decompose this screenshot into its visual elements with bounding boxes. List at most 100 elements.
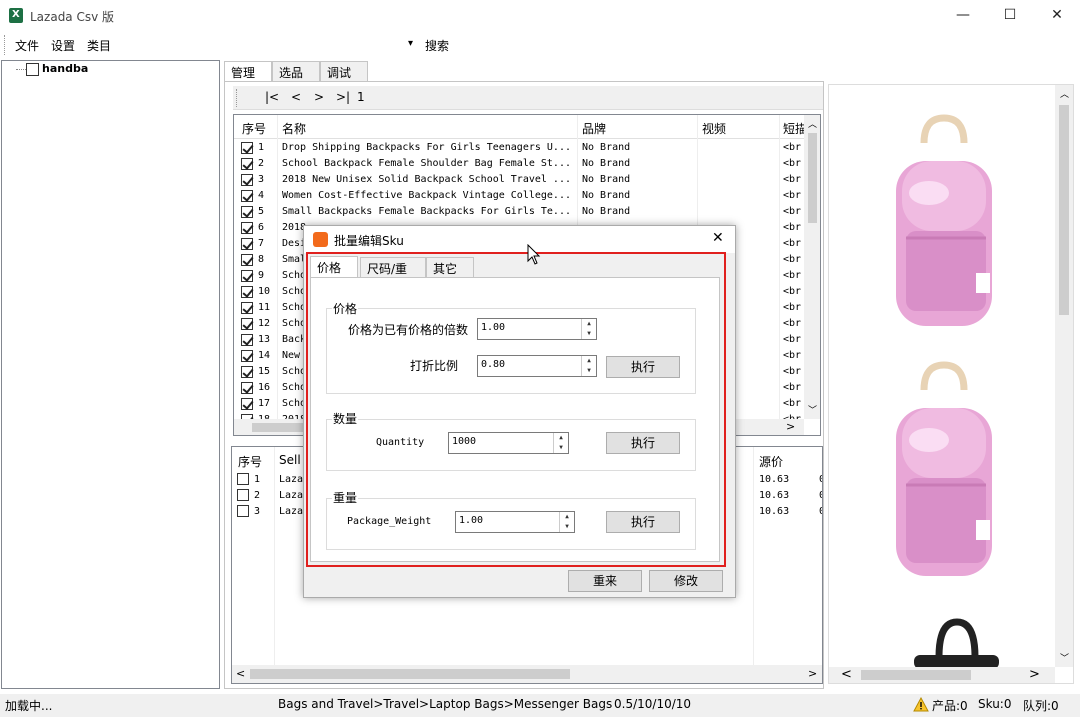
row-checkbox[interactable] — [241, 238, 253, 250]
toolbar-grip[interactable] — [4, 35, 7, 55]
row-index: 2 — [254, 490, 261, 501]
row-checkbox[interactable] — [241, 222, 253, 234]
reset-button[interactable]: 重来 — [568, 570, 642, 592]
row-checkbox[interactable] — [241, 366, 253, 378]
col-header-seller[interactable]: Sell — [279, 453, 301, 467]
chevron-down-icon[interactable]: ▾ — [408, 38, 413, 49]
minimize-button[interactable]: — — [940, 0, 986, 30]
row-checkbox[interactable] — [237, 505, 249, 517]
scroll-left-icon[interactable]: < — [841, 667, 852, 682]
tree-node-label[interactable]: handba — [42, 62, 88, 75]
prev-page-button[interactable]: < — [291, 90, 301, 104]
scroll-up-icon[interactable]: ︿ — [1060, 87, 1069, 100]
col-header-brand[interactable]: 品牌 — [582, 120, 606, 137]
col-header-name[interactable]: 名称 — [282, 120, 306, 137]
warning-icon — [913, 697, 929, 712]
scroll-right-icon[interactable]: > — [786, 420, 795, 433]
col-header-index[interactable]: 序号 — [242, 120, 266, 137]
row-short-desc: <br — [783, 270, 802, 281]
row-checkbox[interactable] — [237, 473, 249, 485]
close-button[interactable]: ✕ — [1034, 0, 1080, 30]
next-page-button[interactable]: > — [314, 90, 324, 104]
backpack-image[interactable] — [909, 617, 999, 667]
tab-manage[interactable]: 管理 — [224, 61, 272, 82]
scrollbar-thumb[interactable] — [250, 669, 570, 679]
status-queue: 队列:0 — [1023, 699, 1059, 713]
row-checkbox[interactable] — [241, 174, 253, 186]
scroll-down-icon[interactable]: ﹀ — [808, 403, 817, 416]
row-index: 4 — [258, 190, 265, 201]
menu-settings[interactable]: 设置 — [51, 37, 75, 54]
row-checkbox[interactable] — [241, 286, 253, 298]
row-short-desc: <br — [783, 254, 802, 265]
image-preview-panel[interactable]: ︿ ﹀ < > — [828, 84, 1074, 684]
horizontal-scrollbar[interactable]: < > — [232, 665, 822, 683]
scroll-left-icon[interactable]: < — [236, 667, 245, 680]
category-tree[interactable]: handba — [1, 60, 220, 689]
tree-checkbox[interactable] — [26, 63, 39, 76]
backpack-image[interactable] — [884, 113, 1004, 333]
row-checkbox[interactable] — [241, 270, 253, 282]
vertical-scrollbar[interactable]: ︿ ﹀ — [804, 115, 820, 419]
tab-select[interactable]: 选品 — [272, 61, 320, 81]
table-row[interactable]: 3 2018 New Unisex Solid Backpack School T… — [234, 173, 804, 189]
excel-app-icon — [9, 8, 23, 23]
image-horizontal-scrollbar[interactable]: < > — [829, 667, 1055, 683]
row-index: 6 — [258, 222, 265, 233]
row-checkbox[interactable] — [241, 206, 253, 218]
col-header-source-price[interactable]: 源价 — [759, 453, 783, 470]
row-checkbox[interactable] — [241, 254, 253, 266]
col-header-video[interactable]: 视频 — [702, 120, 726, 137]
main-tabs: 管理 选品 调试 — [224, 61, 374, 82]
scroll-right-icon[interactable]: > — [808, 667, 817, 680]
row-checkbox[interactable] — [237, 489, 249, 501]
table-row[interactable]: 5 Small Backpacks Female Backpacks For Gi… — [234, 205, 804, 221]
status-loading: 加载中... — [5, 699, 53, 713]
row-checkbox[interactable] — [241, 302, 253, 314]
menu-category[interactable]: 类目 — [87, 37, 111, 54]
table-row[interactable]: 1 Drop Shipping Backpacks For Girls Teena… — [234, 141, 804, 157]
modify-button[interactable]: 修改 — [649, 570, 723, 592]
first-page-button[interactable]: |< — [265, 90, 279, 104]
app-logo-icon — [313, 232, 328, 247]
row-index: 15 — [258, 366, 271, 377]
scroll-down-icon[interactable]: ﹀ — [1060, 651, 1069, 664]
search-button[interactable]: 搜索 — [425, 37, 449, 54]
table-row[interactable]: 2 School Backpack Female Shoulder Bag Fem… — [234, 157, 804, 173]
dialog-close-button[interactable]: ✕ — [712, 230, 724, 246]
maximize-button[interactable]: ☐ — [987, 0, 1033, 30]
scrollbar-thumb[interactable] — [1059, 105, 1069, 315]
row-checkbox[interactable] — [241, 334, 253, 346]
scrollbar-thumb[interactable] — [861, 670, 971, 680]
row-checkbox[interactable] — [241, 190, 253, 202]
status-products: 产品:0 — [932, 699, 968, 713]
row-short-desc: <br — [783, 318, 802, 329]
row-checkbox[interactable] — [241, 382, 253, 394]
scrollbar-thumb[interactable] — [808, 133, 817, 223]
grid-header — [234, 115, 820, 139]
row-checkbox[interactable] — [241, 142, 253, 154]
row-short-desc: <br — [783, 238, 802, 249]
tab-debug[interactable]: 调试 — [320, 61, 368, 81]
last-page-button[interactable]: >| — [336, 90, 350, 104]
row-checkbox[interactable] — [241, 318, 253, 330]
col-header-index[interactable]: 序号 — [238, 453, 262, 470]
dialog-title-bar[interactable]: 批量编辑Sku ✕ — [304, 226, 735, 253]
table-row[interactable]: 4 Women Cost-Effective Backpack Vintage C… — [234, 189, 804, 205]
backpack-image[interactable] — [884, 360, 1004, 585]
row-checkbox[interactable] — [241, 350, 253, 362]
scroll-up-icon[interactable]: ︿ — [808, 117, 817, 130]
highlight-box — [306, 252, 726, 567]
menu-file[interactable]: 文件 — [15, 37, 39, 54]
row-short-desc: <br — [783, 142, 802, 153]
row-checkbox[interactable] — [241, 398, 253, 410]
row-checkbox[interactable] — [241, 158, 253, 170]
row-index: 14 — [258, 350, 271, 361]
row-short-desc: <br — [783, 206, 802, 217]
row-index: 10 — [258, 286, 271, 297]
category-combo[interactable] — [116, 33, 420, 56]
scroll-right-icon[interactable]: > — [1029, 667, 1040, 682]
image-vertical-scrollbar[interactable]: ︿ ﹀ — [1055, 85, 1073, 667]
row-index: 13 — [258, 334, 271, 345]
row-short-desc: <br — [783, 398, 802, 409]
